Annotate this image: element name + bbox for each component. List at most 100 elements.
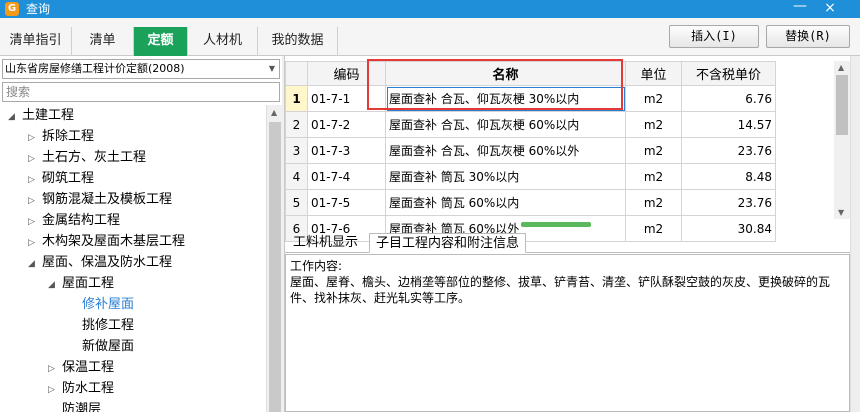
insert-button[interactable]: 插入(I) [669, 25, 759, 48]
table-row[interactable]: 4 01-7-4 屋面查补 筒瓦 30%以内 m2 8.48 [285, 163, 776, 190]
tree-node[interactable]: ▷ 保温工程 [48, 358, 114, 378]
cell-code[interactable]: 01-7-2 [307, 111, 386, 138]
tree-node-label: 新做屋面 [82, 339, 135, 354]
cell-price[interactable]: 14.57 [681, 111, 776, 138]
splitter-handle[interactable] [521, 222, 591, 227]
tree-node-label: 土建工程 [22, 108, 75, 123]
expand-arrow-icon[interactable]: ▷ [28, 191, 42, 211]
scroll-up-icon[interactable]: ▲ [271, 108, 277, 117]
collapse-arrow-icon[interactable]: ◢ [48, 275, 62, 295]
cell-code[interactable]: 01-7-4 [307, 163, 386, 190]
tree-node[interactable]: ▷ 砌筑工程 [28, 169, 94, 189]
column-header-price[interactable]: 不含税单价 [681, 61, 776, 86]
collapse-arrow-icon[interactable]: ◢ [28, 254, 42, 274]
library-dropdown[interactable]: 山东省房屋修缮工程计价定额(2008) ▼ [2, 59, 280, 79]
row-number[interactable]: 5 [285, 189, 308, 216]
title-bar: G 查询 — × [0, 0, 860, 18]
cell-name[interactable]: 屋面查补 合瓦、仰瓦灰梗 60%以内 [385, 111, 626, 138]
cell-unit[interactable]: m2 [625, 111, 682, 138]
tab-bill-guide[interactable]: 清单指引 [0, 27, 72, 56]
app-icon: G [5, 2, 19, 16]
cell-code[interactable]: 01-7-5 [307, 189, 386, 216]
tab-bill[interactable]: 清单 [72, 27, 134, 56]
expand-arrow-icon[interactable]: ▷ [48, 359, 62, 379]
cell-unit[interactable]: m2 [625, 189, 682, 216]
row-number[interactable]: 2 [285, 111, 308, 138]
tab-my-data[interactable]: 我的数据 [258, 27, 338, 56]
cell-price[interactable]: 6.76 [681, 85, 776, 112]
table-row[interactable]: 5 01-7-5 屋面查补 筒瓦 60%以内 m2 23.76 [285, 189, 776, 216]
expand-arrow-icon[interactable]: ▷ [28, 212, 42, 232]
chevron-down-icon: ▼ [268, 64, 275, 73]
row-number[interactable]: 4 [285, 163, 308, 190]
outer-scrollbar[interactable] [850, 56, 860, 412]
tab-material-display[interactable]: 工料机显示 [287, 233, 364, 253]
tree-node[interactable]: ◢ 屋面工程 [48, 274, 114, 294]
cell-name[interactable]: 屋面查补 合瓦、仰瓦灰梗 30%以内 [385, 85, 626, 112]
column-header-code[interactable]: 编码 [307, 61, 386, 86]
right-panel: 编码 名称 单位 不含税单价 1 01-7-1 屋面查补 合瓦、仰瓦灰梗 30%以内… [284, 56, 860, 412]
tree-node[interactable]: ▷ 土石方、灰土工程 [28, 148, 146, 168]
tree-node-label: 木构架及屋面木基层工程 [42, 234, 186, 249]
scrollbar-thumb[interactable] [269, 122, 281, 412]
table-row[interactable]: 3 01-7-3 屋面查补 合瓦、仰瓦灰梗 60%以外 m2 23.76 [285, 137, 776, 164]
cell-code[interactable]: 01-7-1 [307, 85, 386, 112]
tree-node[interactable]: ▷ 木构架及屋面木基层工程 [28, 232, 185, 252]
search-input[interactable]: 搜索 [2, 82, 280, 102]
tree-node[interactable]: ◢ 屋面、保温及防水工程 [28, 253, 172, 273]
collapse-arrow-icon[interactable]: ◢ [8, 107, 22, 127]
expand-arrow-icon[interactable]: ▷ [28, 170, 42, 190]
scroll-down-icon[interactable]: ▼ [838, 208, 844, 217]
cell-unit[interactable]: m2 [625, 85, 682, 112]
quota-tree: ◢ 土建工程 ▷ 拆除工程 ▷ 土石方、灰土工程 ▷ 砌筑工程 ▷ 钢筋混凝土及模板工程 ▷ 金属结构… [2, 105, 266, 412]
expand-arrow-icon[interactable]: ▷ [28, 128, 42, 148]
tab-work-content[interactable]: 子目工程内容和附注信息 [369, 233, 527, 253]
tree-node[interactable]: 修补屋面 [68, 295, 134, 315]
cell-unit[interactable]: m2 [625, 137, 682, 164]
tree-node[interactable]: ▷ 钢筋混凝土及模板工程 [28, 190, 172, 210]
tree-node[interactable]: 防潮层 [48, 400, 101, 412]
tree-node-label: 防潮层 [62, 402, 102, 412]
table-header-row: 编码 名称 单位 不含税单价 [285, 61, 776, 86]
cell-unit[interactable]: m2 [625, 163, 682, 190]
scrollbar-thumb[interactable] [836, 75, 848, 135]
minimize-button[interactable]: — [792, 0, 808, 14]
tab-materials[interactable]: 人材机 [188, 27, 258, 56]
tab-bar: 清单指引 清单 定额 人材机 我的数据 插入(I) 替换(R) [0, 18, 860, 56]
tree-scrollbar[interactable]: ▲ [266, 105, 282, 412]
scroll-up-icon[interactable]: ▲ [838, 63, 844, 72]
cell-price[interactable]: 23.76 [681, 189, 776, 216]
expand-arrow-icon[interactable]: ▷ [48, 380, 62, 400]
tree-node[interactable]: 新做屋面 [68, 337, 134, 357]
cell-name[interactable]: 屋面查补 筒瓦 30%以内 [385, 163, 626, 190]
tab-quota[interactable]: 定额 [134, 27, 188, 56]
close-button[interactable]: × [822, 0, 838, 16]
tree-node[interactable]: ◢ 土建工程 [8, 106, 74, 126]
tree-node-label: 屋面、保温及防水工程 [42, 255, 173, 270]
tree-node[interactable]: ▷ 拆除工程 [28, 127, 94, 147]
tree-node-label: 挑修工程 [82, 318, 135, 333]
expand-arrow-icon[interactable]: ▷ [28, 149, 42, 169]
table-row[interactable]: 1 01-7-1 屋面查补 合瓦、仰瓦灰梗 30%以内 m2 6.76 [285, 85, 776, 112]
tree-node-label: 拆除工程 [42, 129, 95, 144]
tree-node[interactable]: ▷ 防水工程 [48, 379, 114, 399]
column-header-index [285, 61, 308, 86]
table-scrollbar[interactable]: ▲ ▼ [834, 61, 850, 219]
tree-node-label: 保温工程 [62, 360, 115, 375]
row-number[interactable]: 1 [285, 85, 308, 112]
tree-node[interactable]: ▷ 金属结构工程 [28, 211, 120, 231]
cell-price[interactable]: 8.48 [681, 163, 776, 190]
cell-code[interactable]: 01-7-3 [307, 137, 386, 164]
column-header-name[interactable]: 名称 [385, 61, 626, 86]
cell-name[interactable]: 屋面查补 筒瓦 60%以内 [385, 189, 626, 216]
cell-name[interactable]: 屋面查补 合瓦、仰瓦灰梗 60%以外 [385, 137, 626, 164]
replace-button[interactable]: 替换(R) [766, 25, 850, 48]
row-number[interactable]: 3 [285, 137, 308, 164]
table-row[interactable]: 2 01-7-2 屋面查补 合瓦、仰瓦灰梗 60%以内 m2 14.57 [285, 111, 776, 138]
expand-arrow-icon[interactable]: ▷ [28, 233, 42, 253]
column-header-unit[interactable]: 单位 [625, 61, 682, 86]
cell-price[interactable]: 23.76 [681, 137, 776, 164]
tree-node-label: 屋面工程 [62, 276, 115, 291]
tree-node[interactable]: 挑修工程 [68, 316, 134, 336]
work-content-panel: 工作内容: 屋面、屋脊、檐头、边梢垄等部位的整修、拔草、铲青苔、清垄、铲队酥裂空… [285, 254, 850, 412]
